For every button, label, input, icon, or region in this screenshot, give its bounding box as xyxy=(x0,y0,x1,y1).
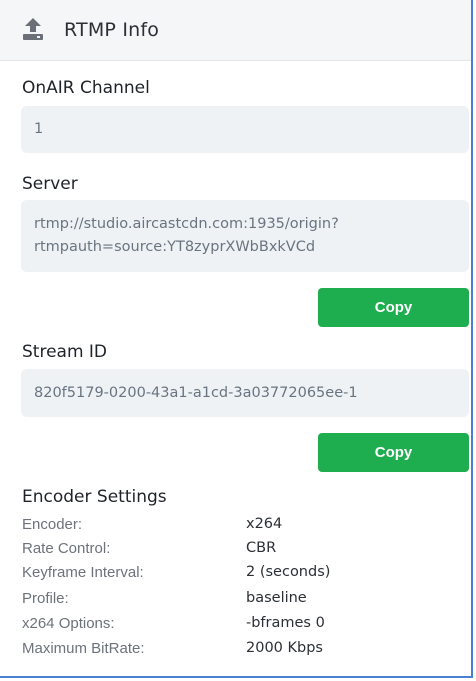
setting-key: x264 Options: xyxy=(22,615,115,632)
encoder-setting-row: Encoder: x264 xyxy=(22,516,462,538)
encoder-setting-row: Maximum BitRate: 2000 Kbps xyxy=(22,640,462,662)
server-field[interactable]: rtmp://studio.aircastcdn.com:1935/origin… xyxy=(21,200,469,272)
encoder-setting-row: x264 Options: -bframes 0 xyxy=(22,615,462,637)
encoder-setting-row: Keyframe Interval: 2 (seconds) xyxy=(22,564,462,586)
onair-channel-label: OnAIR Channel xyxy=(22,78,150,98)
setting-value: CBR xyxy=(246,540,277,556)
encoder-settings-title: Encoder Settings xyxy=(22,487,167,507)
encoder-setting-row: Rate Control: CBR xyxy=(22,540,462,562)
onair-channel-value: 1 xyxy=(34,121,44,137)
panel-title: RTMP Info xyxy=(64,19,160,41)
setting-value: baseline xyxy=(246,590,307,606)
server-url-line-1: rtmp://studio.aircastcdn.com:1935/origin… xyxy=(34,216,339,232)
encoder-setting-row: Profile: baseline xyxy=(22,590,462,612)
onair-channel-field[interactable]: 1 xyxy=(21,106,469,153)
server-label: Server xyxy=(22,174,78,194)
setting-key: Profile: xyxy=(22,590,69,607)
setting-value: x264 xyxy=(246,516,283,532)
setting-key: Keyframe Interval: xyxy=(22,564,144,581)
setting-value: 2000 Kbps xyxy=(246,640,323,656)
rtmp-info-panel: RTMP Info OnAIR Channel 1 Server rtmp://… xyxy=(0,0,473,678)
setting-key: Rate Control: xyxy=(22,540,111,557)
stream-id-label: Stream ID xyxy=(22,342,108,362)
setting-value: -bframes 0 xyxy=(246,615,325,631)
copy-server-button[interactable]: Copy xyxy=(318,288,469,327)
upload-icon xyxy=(22,17,44,41)
stream-id-field[interactable]: 820f5179-0200-43a1-a1cd-3a03772065ee-1 xyxy=(21,369,469,417)
server-url-line-2: rtmpauth=source:YT8zyprXWbBxkVCd xyxy=(34,239,316,255)
panel-header: RTMP Info xyxy=(0,0,471,61)
stream-id-value: 820f5179-0200-43a1-a1cd-3a03772065ee-1 xyxy=(34,385,358,401)
setting-key: Encoder: xyxy=(22,516,83,533)
setting-value: 2 (seconds) xyxy=(246,564,331,580)
copy-stream-id-button[interactable]: Copy xyxy=(318,433,469,472)
setting-key: Maximum BitRate: xyxy=(22,640,145,657)
